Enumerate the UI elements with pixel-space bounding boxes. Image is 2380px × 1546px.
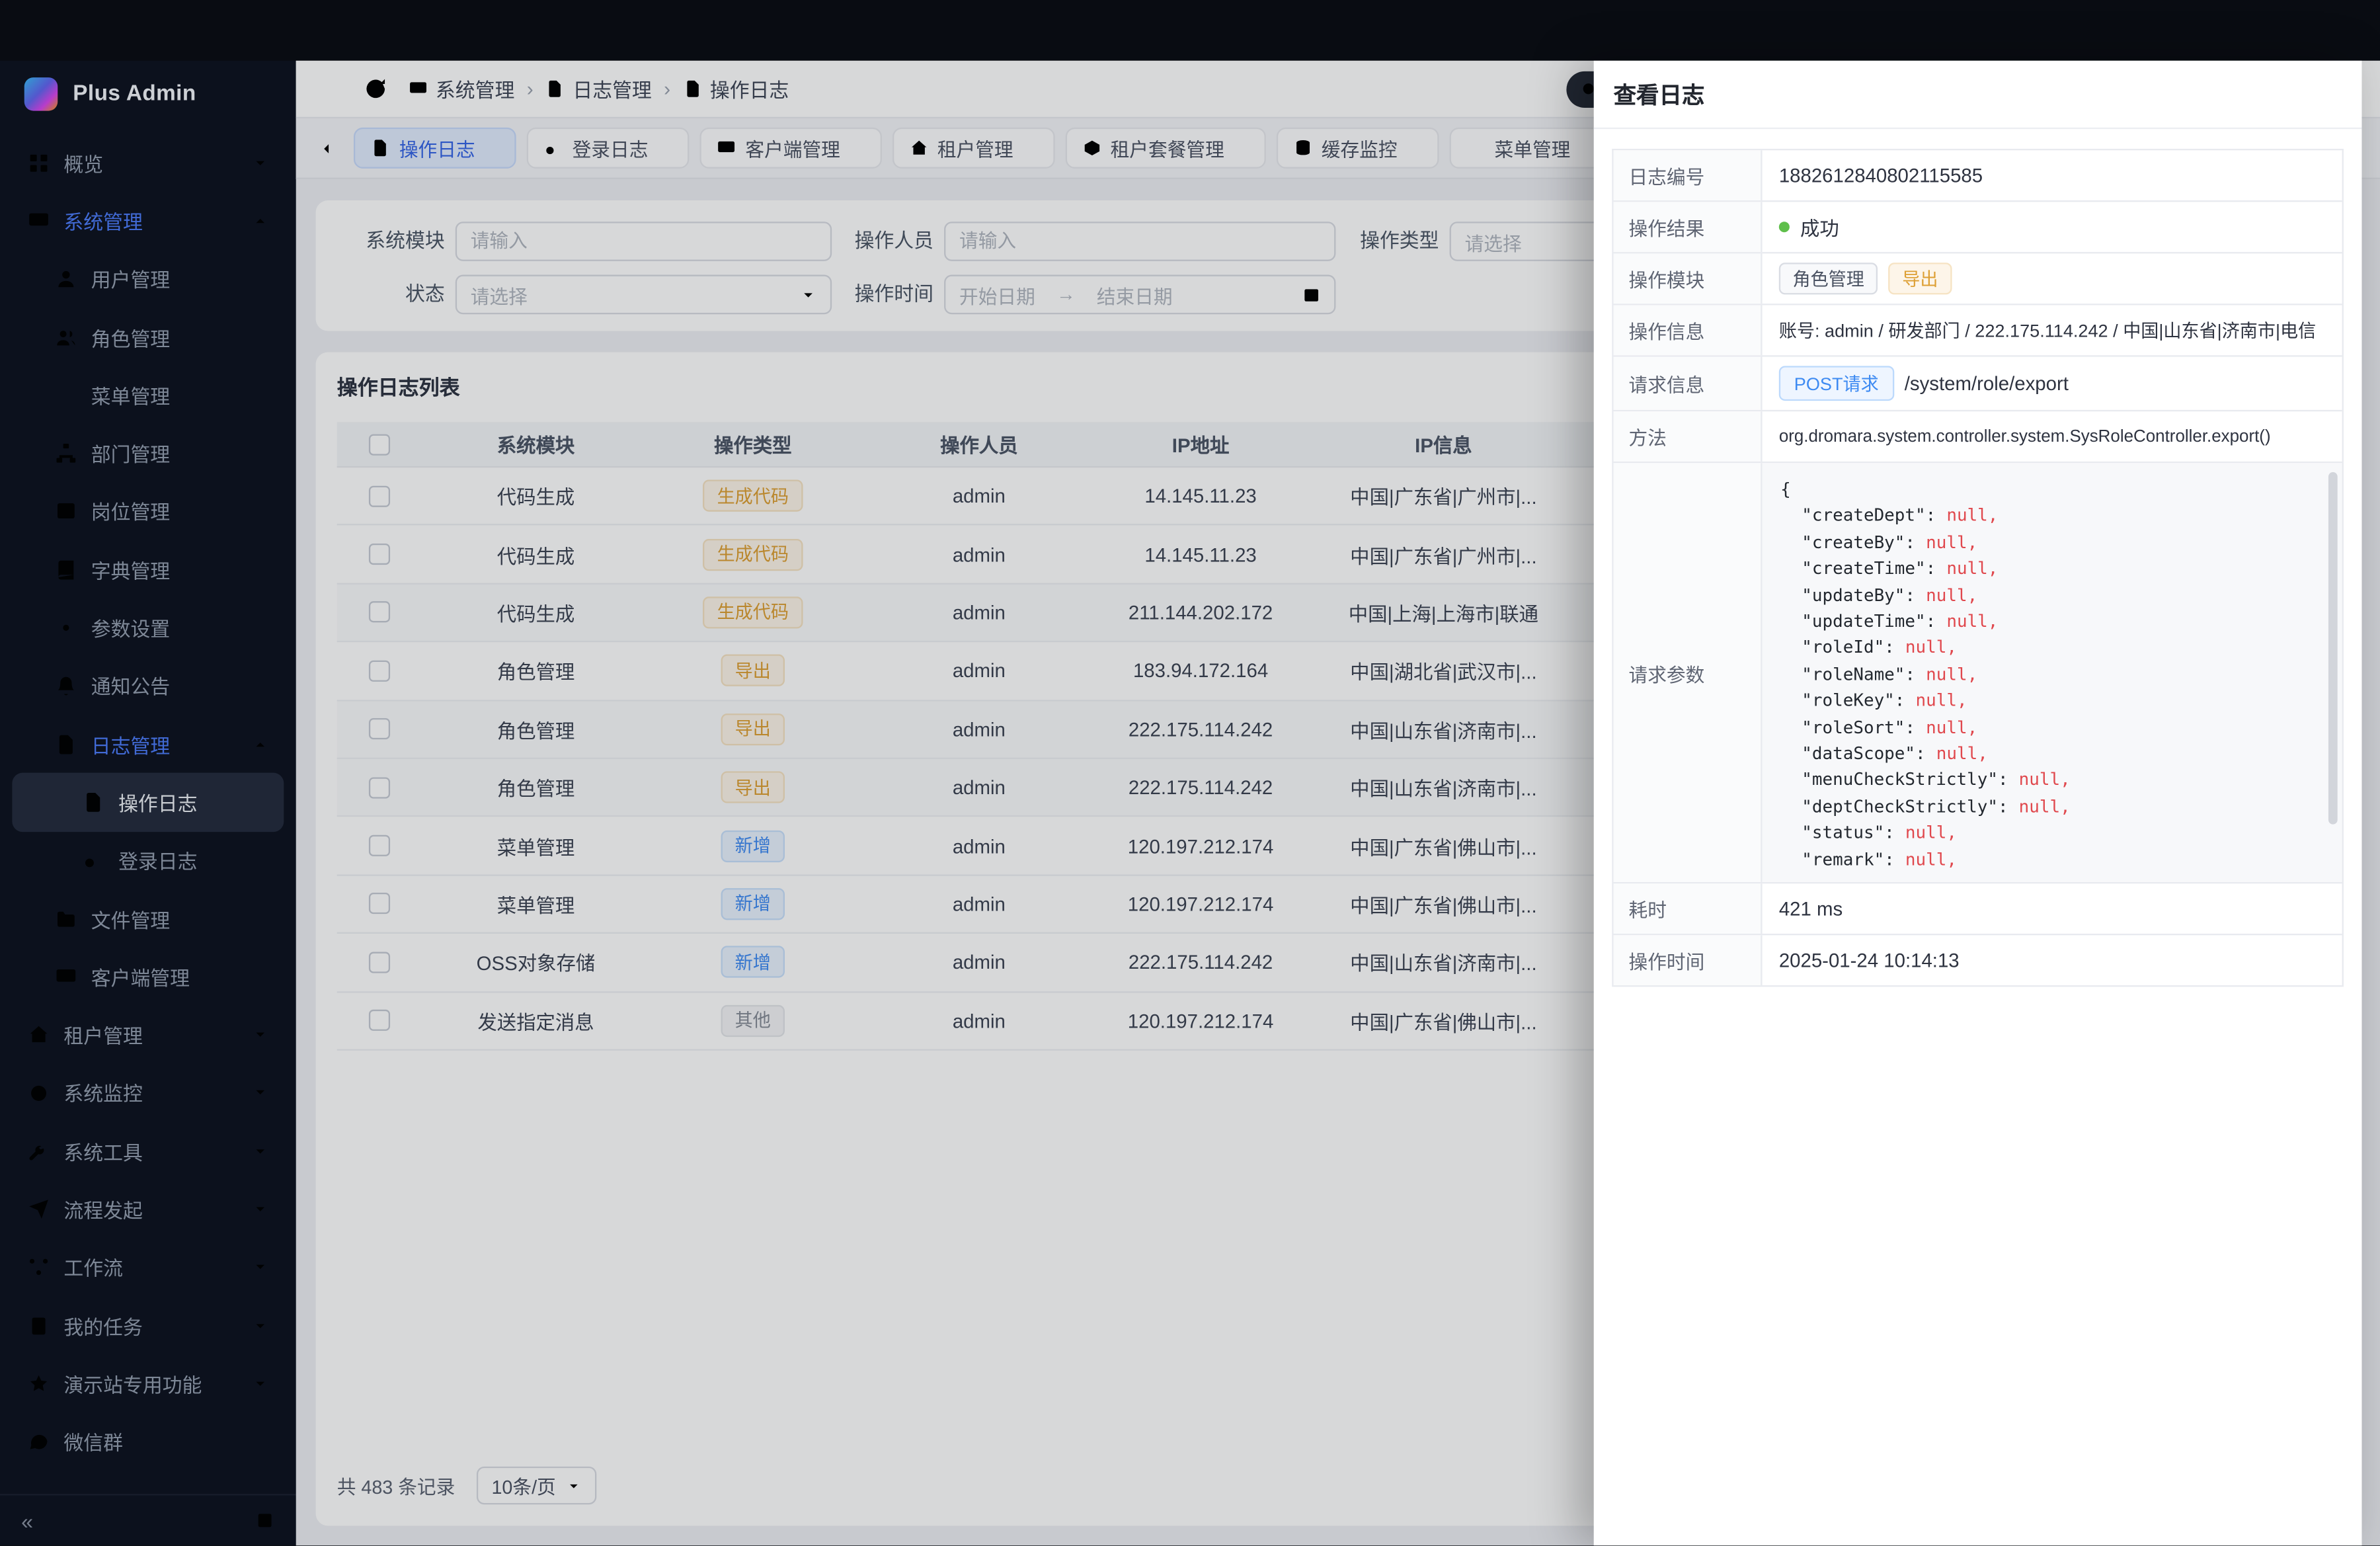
- operation-type-tag: 导出: [1889, 263, 1952, 294]
- success-dot-icon: [1779, 222, 1790, 232]
- detail-row-log-id: 日志编号 1882612840802115585: [1614, 150, 2342, 202]
- request-url: /system/role/export: [1905, 372, 2069, 395]
- close-icon[interactable]: [2319, 83, 2342, 105]
- app-root: Plus Admin 概览 系统管理 用户管理 角色管理 菜单管理 部门管理 岗…: [0, 0, 2380, 1546]
- module-tag: 角色管理: [1779, 263, 1878, 294]
- duration-value: 421 ms: [1763, 883, 2342, 934]
- drawer-header: 查看日志: [1594, 61, 2362, 129]
- detail-row-duration: 耗时 421 ms: [1614, 883, 2342, 935]
- scrollbar-thumb[interactable]: [2328, 472, 2338, 825]
- operation-time-value: 2025-01-24 10:14:13: [1763, 935, 2342, 985]
- detail-row-method: 方法 org.dromara.system.controller.system.…: [1614, 411, 2342, 463]
- detail-row-time: 操作时间 2025-01-24 10:14:13: [1614, 935, 2342, 987]
- detail-row-info: 操作信息 账号: admin / 研发部门 / 222.175.114.242 …: [1614, 305, 2342, 356]
- detail-row-params: 请求参数 { "createDept":null, "createBy":nul…: [1614, 463, 2342, 883]
- log-id-value: 1882612840802115585: [1763, 150, 2342, 200]
- method-value: org.dromara.system.controller.system.Sys…: [1763, 411, 2342, 462]
- detail-row-request: 请求信息 POST请求 /system/role/export: [1614, 357, 2342, 412]
- view-log-drawer: 查看日志 日志编号 1882612840802115585 操作结果 成功 操作…: [1594, 61, 2362, 1546]
- post-method-tag: POST请求: [1779, 366, 1894, 401]
- detail-row-module: 操作模块 角色管理 导出: [1614, 253, 2342, 305]
- request-params-json[interactable]: { "createDept":null, "createBy":null, "c…: [1763, 463, 2342, 882]
- operation-info-value: 账号: admin / 研发部门 / 222.175.114.242 / 中国|…: [1763, 305, 2342, 355]
- result-value: 成功: [1800, 212, 1839, 241]
- log-detail-table: 日志编号 1882612840802115585 操作结果 成功 操作模块 角色…: [1612, 149, 2344, 987]
- detail-row-result: 操作结果 成功: [1614, 202, 2342, 253]
- drawer-title: 查看日志: [1614, 78, 1705, 110]
